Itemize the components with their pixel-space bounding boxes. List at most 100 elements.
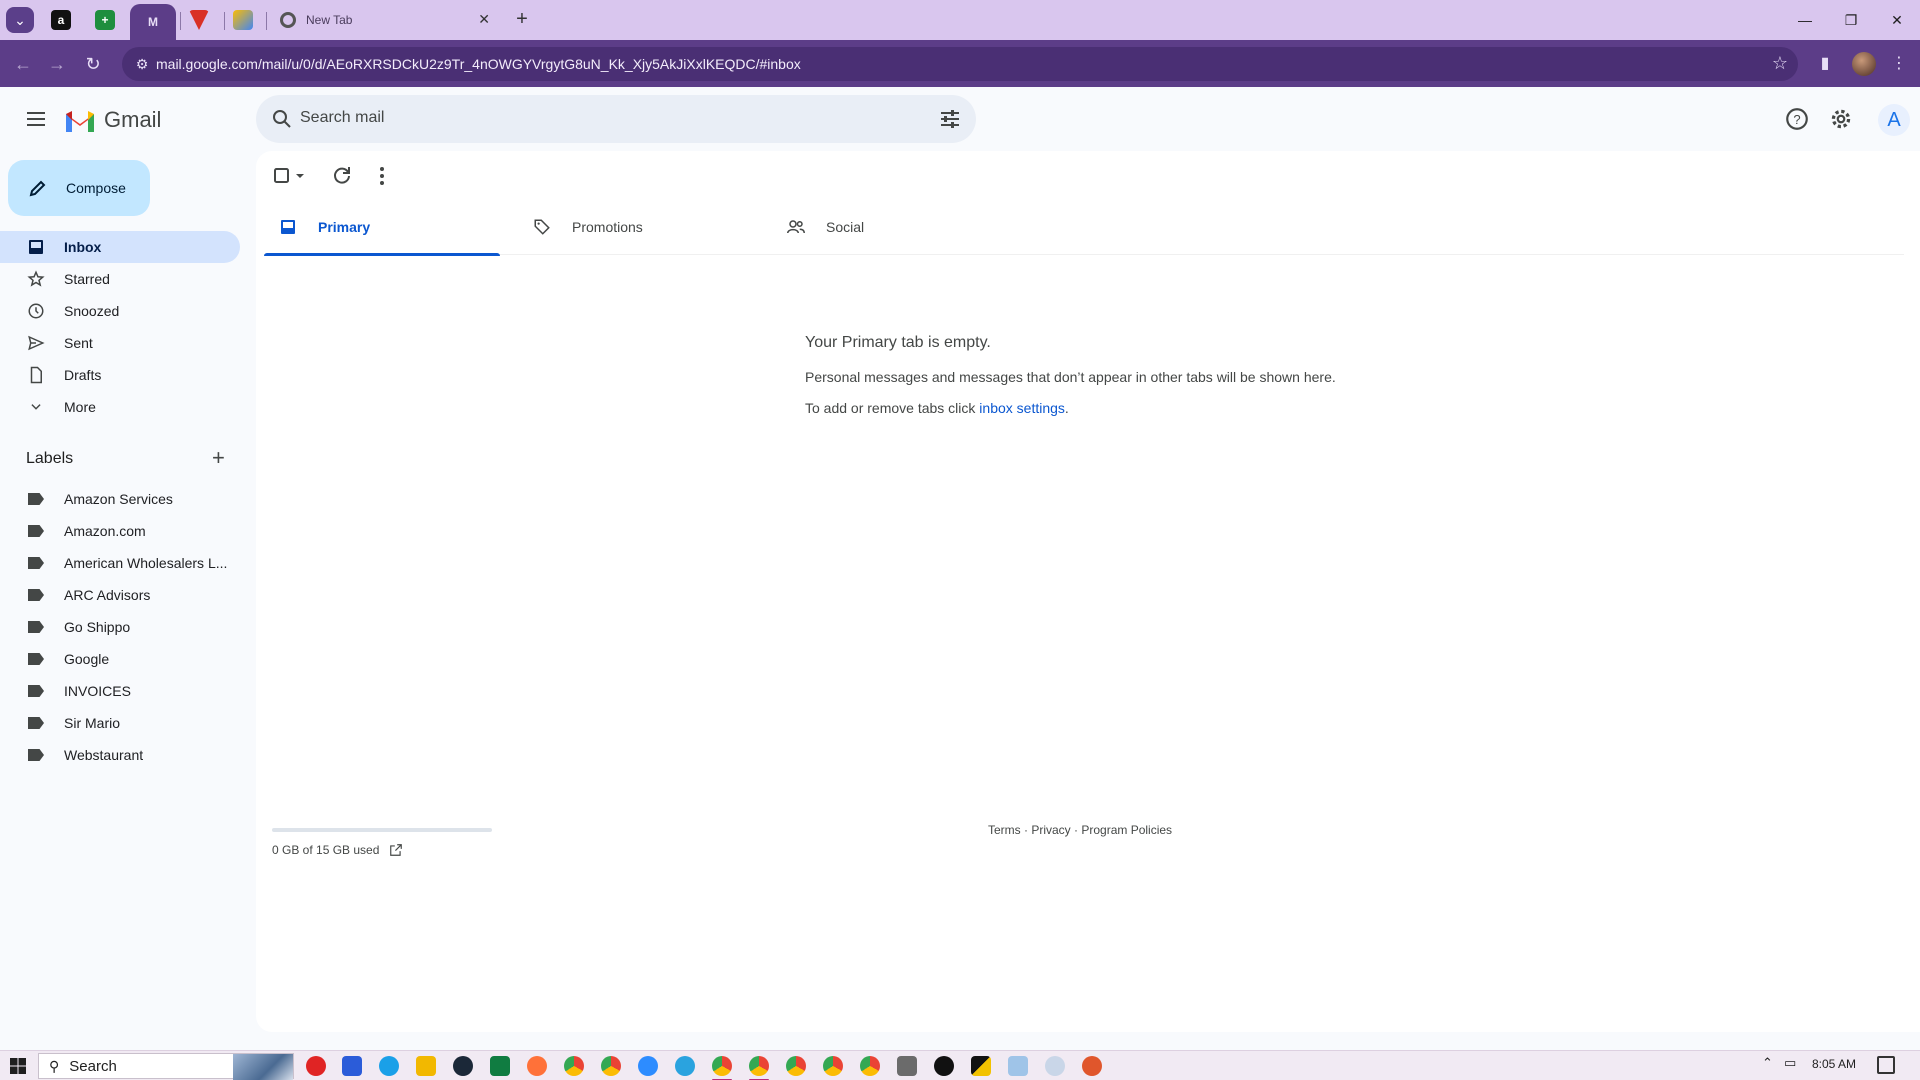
tab-sheets[interactable]: + (82, 5, 128, 35)
edge-icon[interactable] (379, 1056, 399, 1076)
zoom-icon[interactable] (638, 1056, 658, 1076)
account-avatar[interactable]: A (1878, 104, 1910, 136)
tab-new-tab[interactable]: New Tab ✕ (270, 5, 498, 35)
taskbar-app-icon[interactable] (1045, 1056, 1065, 1076)
label-tag-icon (28, 653, 44, 665)
chrome-icon[interactable] (823, 1056, 843, 1076)
restore-button[interactable]: ❐ (1828, 6, 1874, 34)
file-explorer-icon[interactable] (416, 1056, 436, 1076)
taskbar-app-icon[interactable] (1082, 1056, 1102, 1076)
tab-search-button[interactable]: ⌄ (6, 7, 34, 33)
label-item[interactable]: Sir Mario (0, 707, 240, 739)
excel-icon[interactable] (490, 1056, 510, 1076)
taskbar-search[interactable]: ⚲ Search (38, 1053, 294, 1080)
tab-label: Social (826, 219, 865, 235)
back-button[interactable]: ← (10, 51, 36, 77)
forward-button[interactable]: → (44, 51, 70, 77)
label-item[interactable]: INVOICES (0, 675, 240, 707)
taskbar-app-icon[interactable] (971, 1056, 991, 1076)
tab-vivaldi[interactable] (176, 5, 222, 35)
calculator-icon[interactable] (897, 1056, 917, 1076)
nav-more[interactable]: More (0, 391, 240, 423)
nav-inbox[interactable]: Inbox (0, 231, 240, 263)
help-icon[interactable]: ? (1784, 106, 1810, 132)
browser-tab-strip: ⌄ a + M New Tab ✕ + — ❐ ✕ (0, 0, 1920, 40)
windows-start-icon[interactable] (10, 1058, 26, 1074)
tab-promotions[interactable]: Promotions (518, 199, 754, 255)
tab-label: Promotions (572, 219, 643, 235)
tab-amazon[interactable]: a (38, 5, 84, 35)
send-icon (26, 333, 46, 353)
tab-pen[interactable] (220, 5, 266, 35)
footer-separator: · (1020, 823, 1032, 837)
tab-primary[interactable]: Primary (264, 199, 500, 256)
label-item[interactable]: Google (0, 643, 240, 675)
bookmark-star-icon[interactable]: ☆ (1772, 53, 1788, 74)
compose-button[interactable]: Compose (8, 160, 150, 216)
notepad-icon[interactable] (1008, 1056, 1028, 1076)
label-tag-icon (28, 685, 44, 697)
search-icon[interactable] (270, 107, 294, 131)
minimize-button[interactable]: — (1782, 6, 1828, 34)
label-tag-icon (28, 749, 44, 761)
notification-center-icon[interactable] (1877, 1056, 1895, 1074)
browser-profile-avatar[interactable] (1852, 52, 1876, 76)
search-options-icon[interactable] (938, 107, 962, 131)
nav-drafts[interactable]: Drafts (0, 359, 240, 391)
reload-button[interactable]: ↻ (80, 51, 106, 77)
tray-chevron-up-icon[interactable]: ⌃ (1762, 1055, 1773, 1071)
refresh-icon[interactable] (330, 164, 354, 188)
chrome-icon[interactable] (712, 1056, 732, 1080)
side-panel-icon[interactable]: ▮ (1812, 51, 1838, 77)
steam-icon[interactable] (453, 1056, 473, 1076)
search-bar[interactable]: Search mail (256, 95, 976, 143)
chrome-icon[interactable] (564, 1056, 584, 1076)
gmail-logo[interactable]: Gmail (64, 104, 161, 136)
tab-gmail[interactable]: M (130, 4, 176, 40)
label-item[interactable]: Amazon.com (0, 515, 240, 547)
hint-suffix: . (1064, 400, 1069, 416)
chrome-icon[interactable] (860, 1056, 880, 1076)
close-tab-icon[interactable]: ✕ (478, 11, 490, 28)
label-item[interactable]: Amazon Services (0, 483, 240, 515)
close-window-button[interactable]: ✕ (1874, 6, 1920, 34)
firefox-icon[interactable] (527, 1056, 547, 1076)
search-input[interactable]: Search mail (300, 109, 384, 127)
program-policies-link[interactable]: Program Policies (1081, 823, 1172, 837)
site-info-icon[interactable]: ⚙ (132, 54, 152, 74)
label-item[interactable]: American Wholesalers L... (0, 547, 240, 579)
chrome-icon[interactable] (786, 1056, 806, 1076)
nav-sent[interactable]: Sent (0, 327, 240, 359)
terms-link[interactable]: Terms (988, 823, 1021, 837)
open-in-new-icon[interactable] (389, 843, 403, 857)
nav-starred[interactable]: Starred (0, 263, 240, 295)
browser-menu-icon[interactable]: ⋮ (1886, 51, 1912, 77)
tab-social[interactable]: Social (772, 199, 1008, 255)
settings-gear-icon[interactable] (1828, 106, 1854, 132)
taskbar-clock[interactable]: 8:05 AM (1812, 1057, 1856, 1071)
taskbar-app-icon[interactable] (934, 1056, 954, 1076)
more-vert-icon[interactable] (370, 164, 394, 188)
address-bar[interactable]: ⚙ mail.google.com/mail/u/0/d/AEoRXRSDCkU… (122, 47, 1798, 81)
taskbar-app-icon[interactable] (342, 1056, 362, 1076)
storage-usage-bar (272, 828, 492, 832)
add-label-button[interactable]: + (212, 447, 225, 469)
nav-label: Snoozed (64, 303, 120, 319)
nav-snoozed[interactable]: Snoozed (0, 295, 240, 327)
telegram-icon[interactable] (675, 1056, 695, 1076)
main-menu-button[interactable] (20, 103, 52, 135)
select-all-checkbox[interactable] (272, 164, 308, 188)
label-name: Go Shippo (64, 619, 131, 635)
chrome-icon[interactable] (601, 1056, 621, 1076)
battery-icon[interactable]: ▭ (1784, 1055, 1796, 1071)
chrome-icon[interactable] (749, 1056, 769, 1080)
label-tag-icon (28, 717, 44, 729)
label-item[interactable]: Go Shippo (0, 611, 240, 643)
label-item[interactable]: Webstaurant (0, 739, 240, 771)
privacy-link[interactable]: Privacy (1031, 823, 1070, 837)
taskbar-app-icon[interactable] (306, 1056, 326, 1076)
label-item[interactable]: ARC Advisors (0, 579, 240, 611)
new-tab-button[interactable]: + (510, 8, 534, 32)
nav-label: Sent (64, 335, 93, 351)
inbox-settings-link[interactable]: inbox settings (979, 400, 1065, 416)
